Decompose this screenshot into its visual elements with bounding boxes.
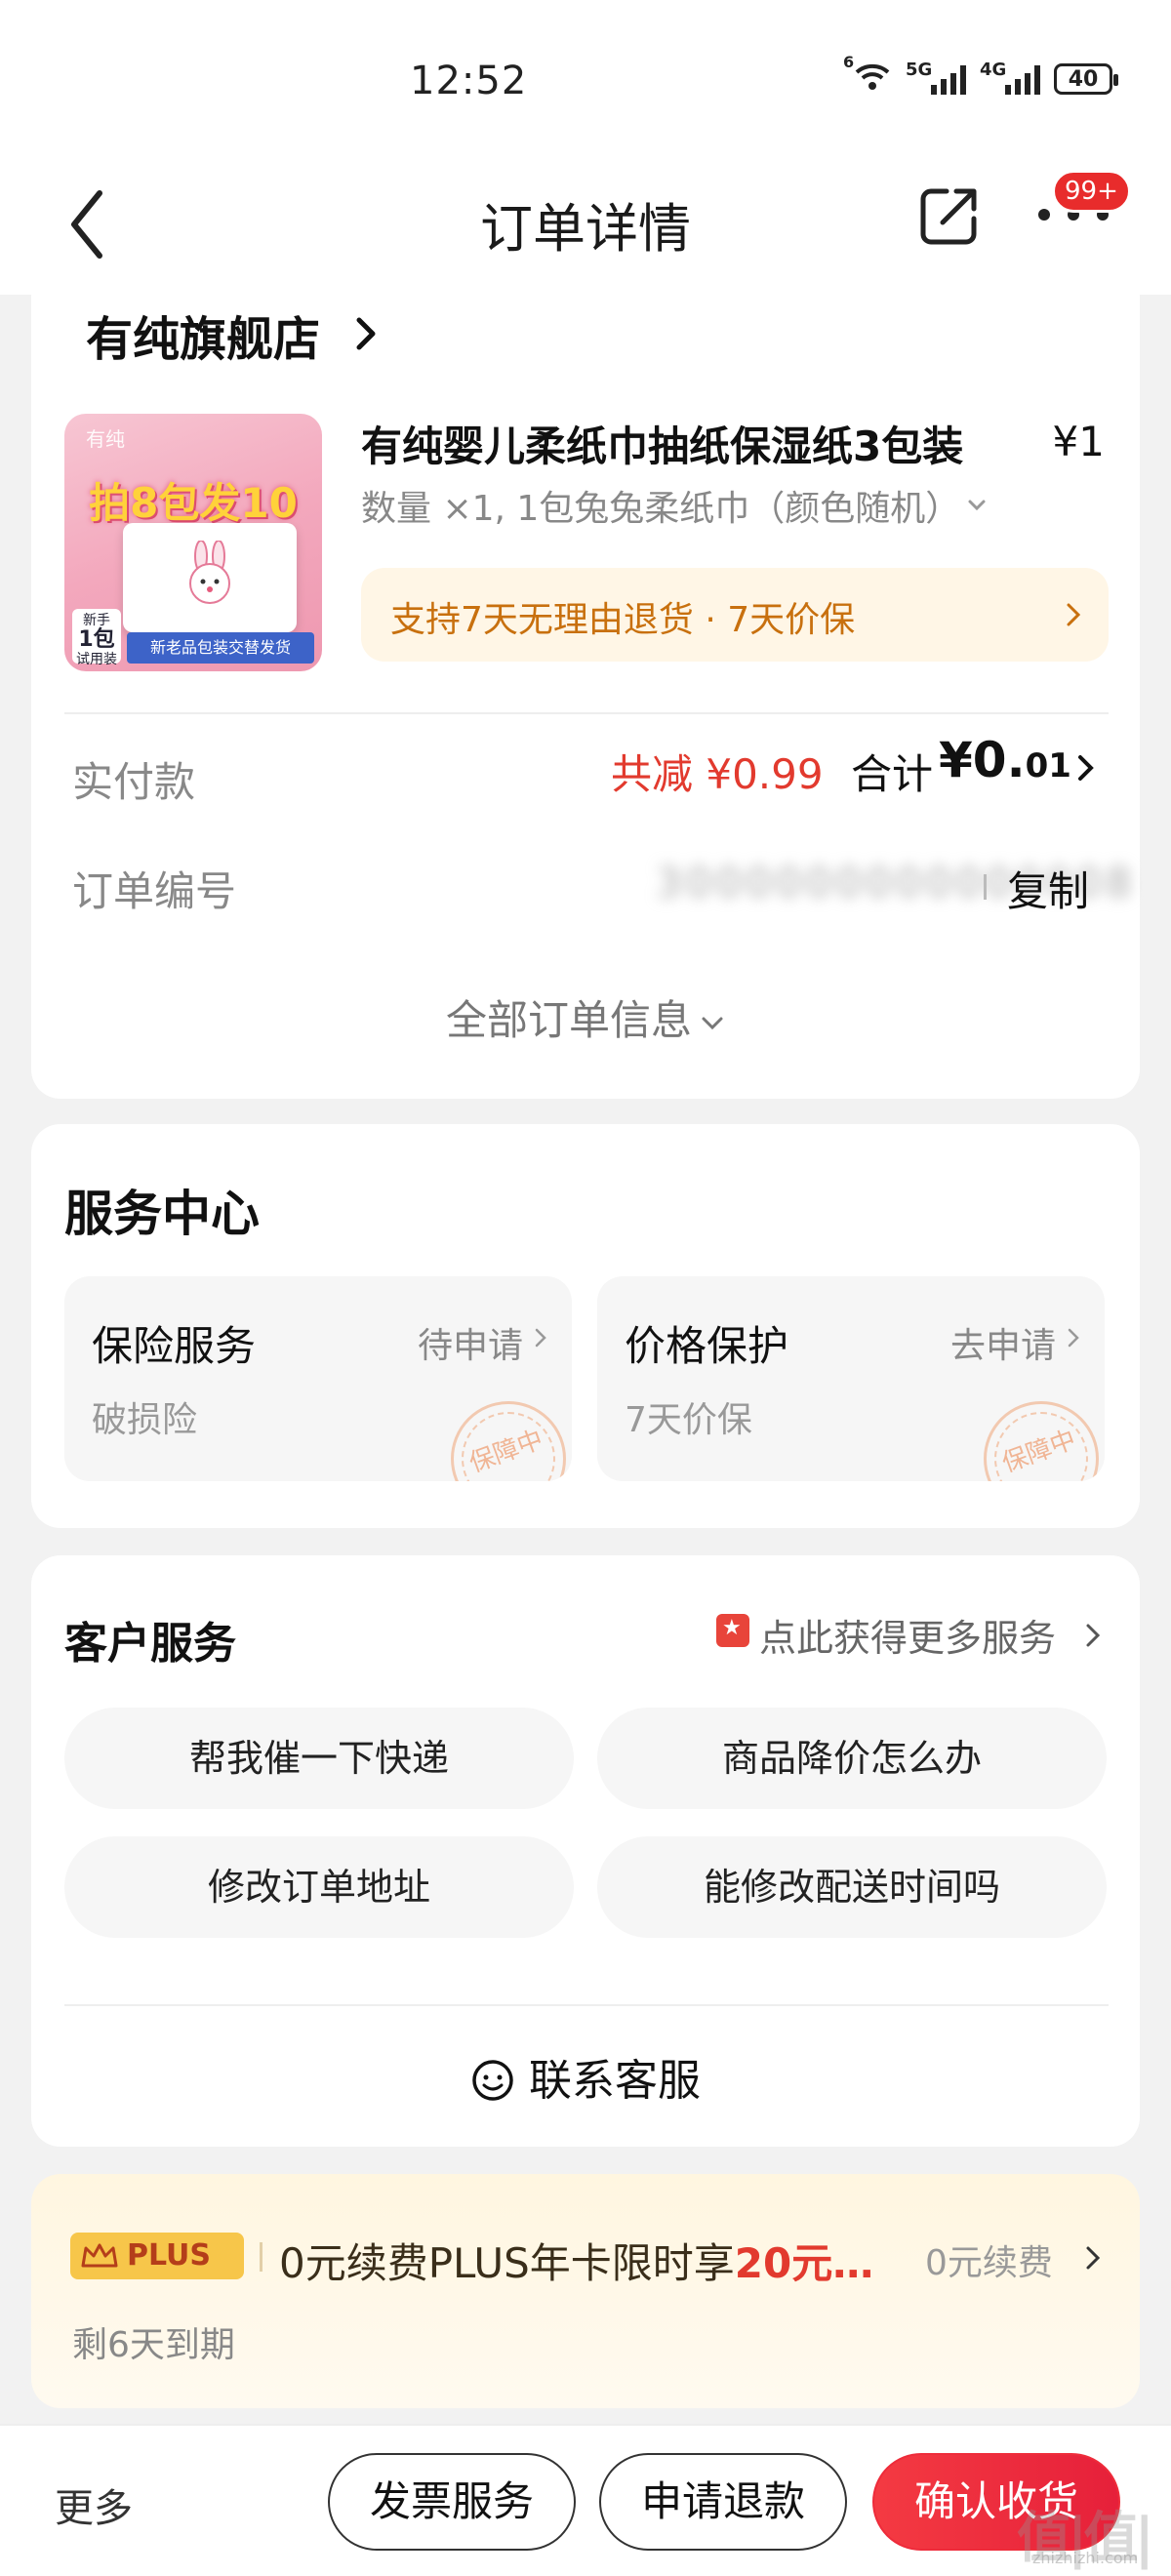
invoice-service-button[interactable]: 发票服务 — [328, 2453, 576, 2551]
service-sub: 7天价保 — [625, 1400, 752, 1440]
product-image-tag: 新手 1包 试用装 — [72, 609, 121, 667]
wifi-icon: 6 — [843, 55, 892, 98]
page-title: 订单详情 — [480, 198, 691, 260]
bunny-icon — [189, 541, 230, 604]
plus-promo-card[interactable]: PLUS 0元续费PLUS年卡限时享20元… 0元续费 剩6天到期 — [31, 2174, 1140, 2408]
contact-service-label: 联系客服 — [529, 2056, 701, 2106]
crown-icon — [81, 2243, 118, 2268]
plus-renew-link[interactable]: 0元续费 — [925, 2234, 1053, 2285]
notification-badge: 99+ — [1052, 170, 1131, 213]
chevron-down-icon — [968, 500, 986, 511]
bottom-action-bar: 更多 发票服务 申请退款 确认收货 — [0, 2424, 1171, 2576]
guarantee-text: 支持7天无理由退货 · 7天价保 — [390, 600, 856, 640]
all-order-info-label: 全部订单信息 — [445, 996, 692, 1044]
nav-bar: 订单详情 99+ — [0, 156, 1171, 295]
plus-badge: PLUS — [70, 2233, 244, 2279]
quick-question-button[interactable]: 帮我催一下快递 — [64, 1708, 574, 1809]
contact-service-button[interactable]: 联系客服 — [31, 2045, 1140, 2108]
chevron-right-icon[interactable] — [1077, 753, 1095, 783]
insurance-service-box[interactable]: 保险服务 待申请 破损险 保障中 — [64, 1276, 572, 1481]
service-action[interactable]: 待申请 — [418, 1317, 523, 1368]
plus-expiry: 剩6天到期 — [72, 2325, 235, 2365]
quick-question-button[interactable]: 商品降价怎么办 — [597, 1708, 1107, 1809]
service-name: 保险服务 — [92, 1322, 257, 1370]
quick-question-button[interactable]: 修改订单地址 — [64, 1836, 574, 1938]
order-card: 有纯旗舰店 有纯 拍8包发10包 新手1包试用装 新老品包装交替发货 有纯婴儿柔… — [31, 293, 1140, 1099]
tissue-box-graphic — [123, 523, 297, 632]
total-label: 合计 — [851, 750, 934, 798]
watermark-url: zhizhizhi.com — [1032, 2549, 1139, 2567]
stamp-icon: 保障中 — [451, 1401, 566, 1481]
total-amount[interactable]: ¥0.01 — [939, 732, 1071, 788]
product-image[interactable]: 有纯 拍8包发10包 新手1包试用装 新老品包装交替发货 — [64, 414, 322, 671]
customer-service-title: 客户服务 — [64, 1619, 236, 1669]
star-badge-icon[interactable] — [716, 1614, 749, 1647]
status-time: 12:52 — [410, 59, 528, 103]
divider — [260, 2242, 262, 2272]
divider — [64, 2004, 1109, 2006]
more-services-link[interactable]: 点此获得更多服务 — [759, 1608, 1056, 1662]
apply-refund-button[interactable]: 申请退款 — [599, 2453, 847, 2551]
product-title[interactable]: 有纯婴儿柔纸巾抽纸保湿纸3包装 — [361, 414, 1025, 473]
smile-chat-icon — [472, 2060, 513, 2101]
product-image-band: 新老品包装交替发货 — [127, 632, 314, 664]
customer-service-card: 客户服务 点此获得更多服务 帮我催一下快递 商品降价怎么办 修改订单地址 能修改… — [31, 1555, 1140, 2147]
guarantee-banner[interactable]: 支持7天无理由退货 · 7天价保 — [361, 568, 1109, 662]
chevron-right-icon[interactable] — [1085, 1622, 1101, 1649]
service-center-title: 服务中心 — [64, 1186, 260, 1242]
divider — [984, 874, 987, 900]
chevron-right-icon[interactable] — [351, 314, 381, 353]
signal-5g-icon: 5G — [906, 60, 966, 95]
chevron-right-icon[interactable] — [1085, 2244, 1101, 2272]
price-protection-box[interactable]: 价格保护 去申请 7天价保 保障中 — [597, 1276, 1105, 1481]
divider — [64, 712, 1109, 714]
product-price: ¥1 — [1052, 418, 1105, 465]
copy-button[interactable]: 复制 — [1007, 859, 1089, 918]
service-sub: 破损险 — [92, 1400, 198, 1440]
status-bar: 12:52 6 5G 4G 40 — [0, 0, 1171, 156]
plus-promo-text: 0元续费PLUS年卡限时享20元… — [279, 2239, 874, 2287]
status-icons: 6 5G 4G 40 — [843, 55, 1118, 98]
chevron-right-icon — [1068, 1328, 1079, 1348]
quick-question-button[interactable]: 能修改配送时间吗 — [597, 1836, 1107, 1938]
chevron-right-icon — [535, 1328, 546, 1348]
service-name: 价格保护 — [625, 1322, 789, 1370]
chevron-right-icon — [1067, 603, 1081, 626]
service-center-card: 服务中心 保险服务 待申请 破损险 保障中 价格保护 去申请 7天价保 保障中 — [31, 1124, 1140, 1528]
share-icon[interactable] — [917, 183, 982, 248]
service-action[interactable]: 去申请 — [950, 1317, 1056, 1368]
battery-icon: 40 — [1054, 63, 1118, 95]
product-image-brand: 有纯 — [86, 427, 125, 451]
more-button[interactable]: 更多 — [55, 2476, 133, 2533]
all-order-info-toggle[interactable]: 全部订单信息 — [31, 987, 1140, 1047]
chevron-down-icon — [702, 1017, 723, 1029]
stamp-icon: 保障中 — [984, 1401, 1099, 1481]
order-number-label: 订单编号 — [72, 867, 237, 915]
signal-4g-icon: 4G — [980, 60, 1040, 95]
paid-label: 实付款 — [72, 758, 196, 806]
discount-amount: 共减 ¥0.99 — [611, 750, 824, 798]
shop-name[interactable]: 有纯旗舰店 — [86, 301, 320, 369]
product-spec: 数量 ×1, 1包兔兔柔纸巾（颜色随机） — [361, 489, 961, 529]
